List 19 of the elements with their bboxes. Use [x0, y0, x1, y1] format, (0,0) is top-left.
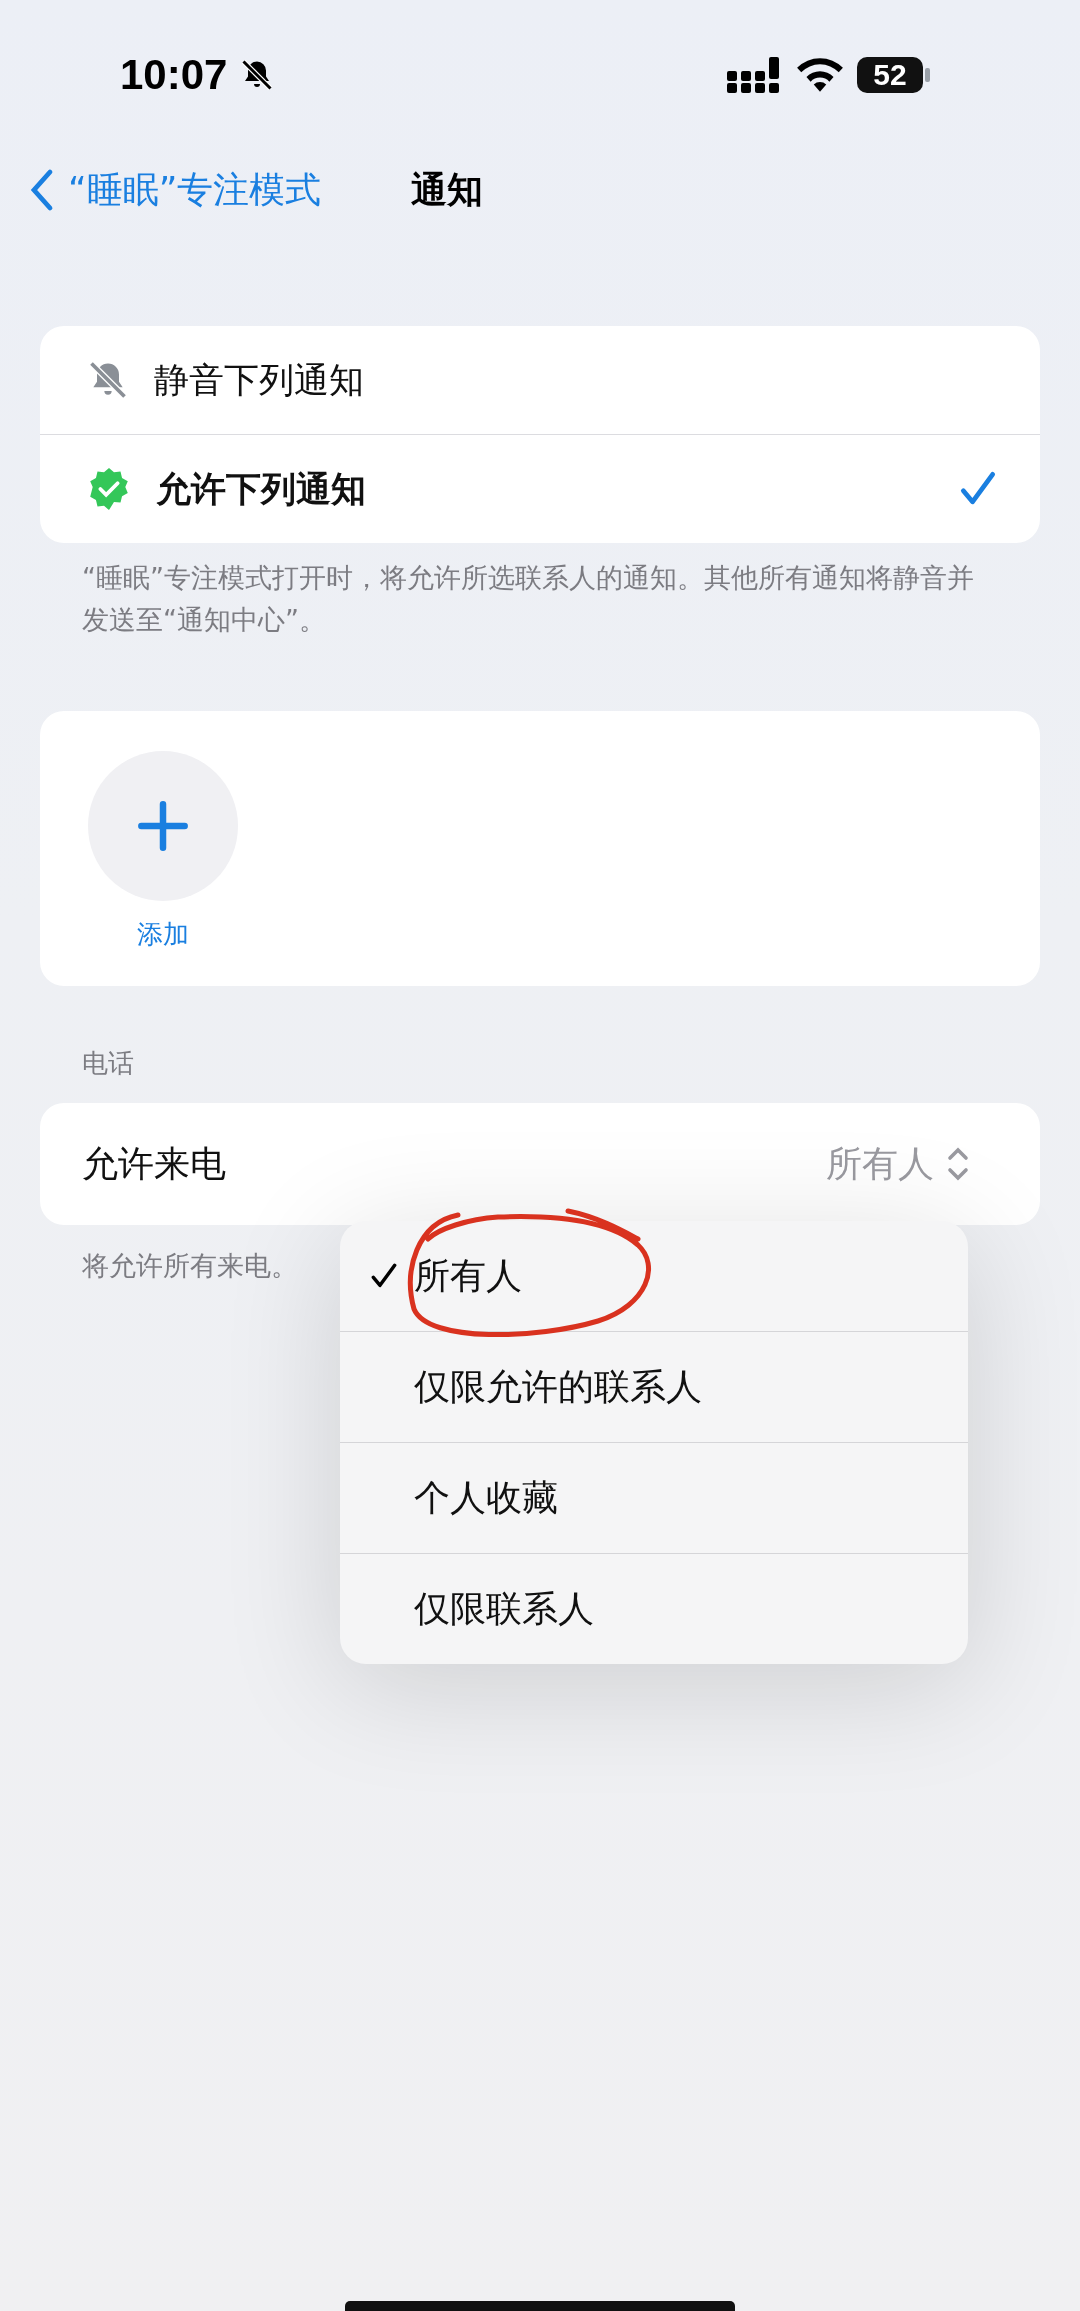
menu-item[interactable]: 个人收藏 [340, 1442, 968, 1553]
mode-option[interactable]: 静音下列通知 [40, 326, 1040, 434]
wifi-icon [795, 56, 845, 94]
menu-item[interactable]: 仅限允许的联系人 [340, 1331, 968, 1442]
plus-icon [137, 800, 189, 852]
mode-footnote: “睡眠”专注模式打开时，将允许所选联系人的通知。其他所有通知将静音并发送至“通知中心”。 [81, 561, 975, 637]
back-chevron-icon [30, 168, 54, 212]
battery-cap-icon [925, 68, 930, 82]
menu-item[interactable]: 仅限联系人 [340, 1553, 968, 1664]
up-down-chevron-icon [946, 1146, 970, 1182]
back-link[interactable]: “睡眠”专注模式 [30, 165, 322, 215]
menu-item[interactable]: 所有人 [340, 1221, 968, 1331]
allow-calls-label: 允许来电 [82, 1141, 227, 1186]
section-header: 电话 [82, 1047, 135, 1080]
calls-footnote: 将允许所有来电。 [82, 1249, 298, 1283]
page-title: 通知 [411, 167, 484, 212]
battery-indicator: 52 [857, 57, 923, 93]
status-time: 10:07 [120, 51, 228, 99]
mode-option[interactable]: 允许下列通知 [40, 434, 1040, 543]
